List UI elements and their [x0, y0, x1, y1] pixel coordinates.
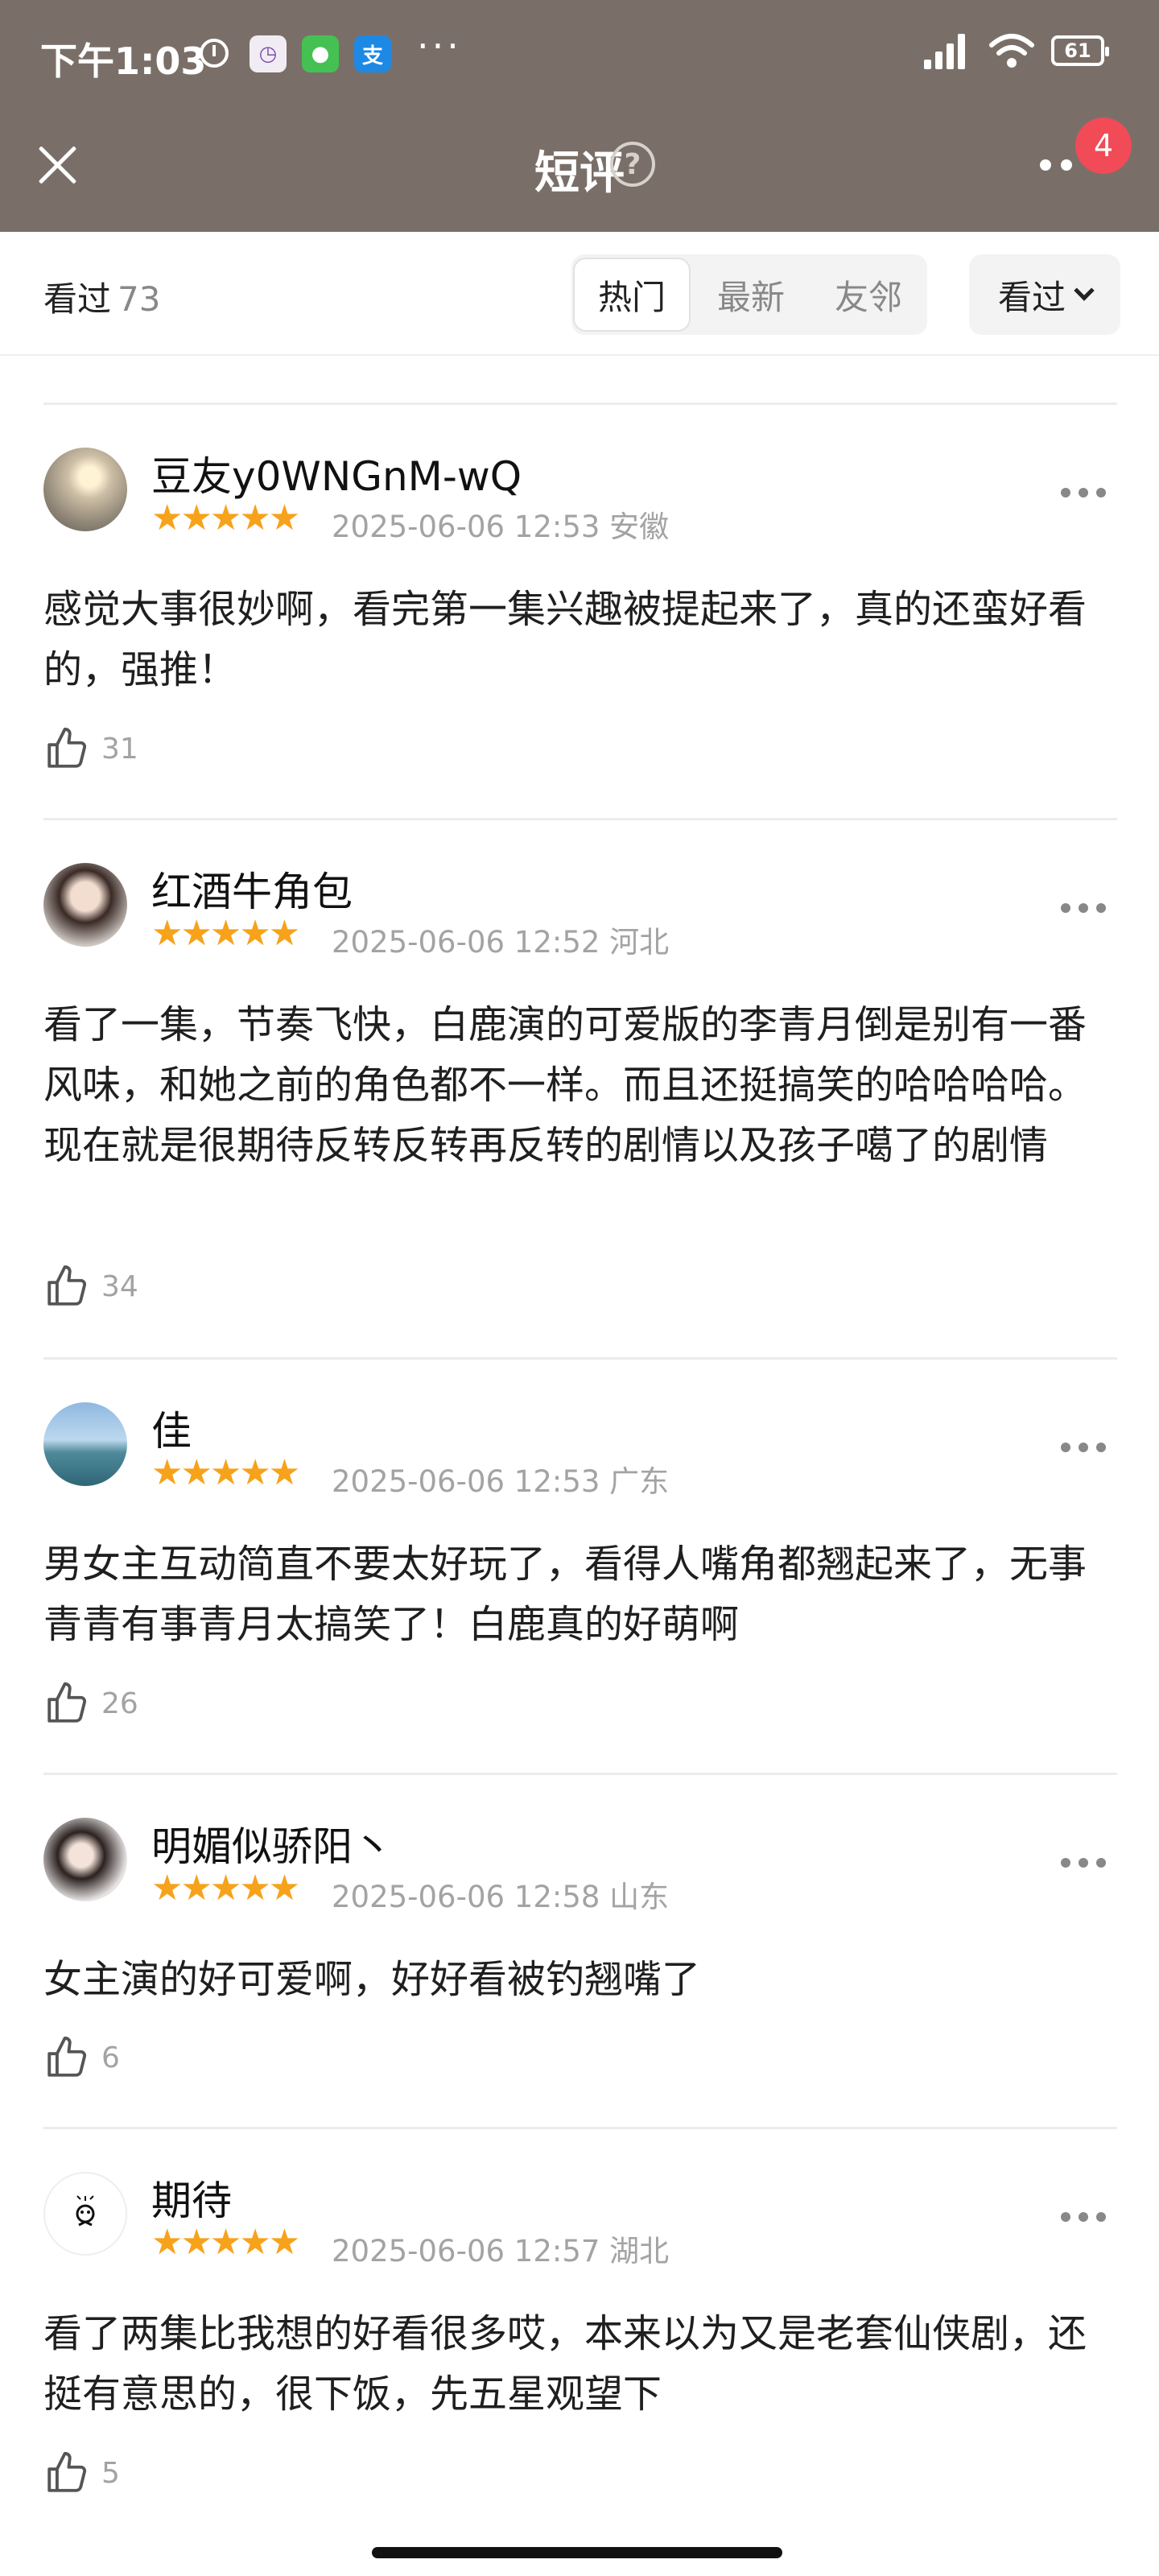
star-rating: ★★★★★	[151, 1452, 300, 1493]
star-rating: ★★★★★	[151, 1868, 300, 1909]
review-text: 男女主互动简直不要太好玩了，看得人嘴角都翘起来了，无事青青有事青月太搞笑了！白鹿…	[43, 1542, 1087, 1647]
review-meta: 2025-06-06 12:53 广东	[332, 1464, 670, 1499]
help-icon[interactable]: ?	[610, 142, 655, 187]
thumbs-up-icon	[47, 727, 87, 768]
star-rating: ★★★★★	[151, 2222, 300, 2263]
avatar[interactable]	[43, 448, 127, 531]
home-indicator[interactable]	[372, 2547, 782, 2558]
review-text: 感觉大事很妙啊，看完第一集兴趣被提起来了，真的还蛮好看的，强推！	[43, 587, 1087, 692]
review-text: 看了两集比我想的好看很多哎，本来以为又是老套仙侠剧，还挺有意思的，很下饭，先五星…	[43, 2311, 1087, 2417]
review-meta: 2025-06-06 12:58 山东	[332, 1880, 670, 1914]
more-icon[interactable]	[1061, 903, 1109, 914]
review-meta: 2025-06-06 12:57 湖北	[332, 2234, 670, 2268]
more-icon[interactable]	[1061, 1858, 1109, 1869]
more-notifications-icon: ···	[417, 24, 462, 68]
count-label: 看过	[43, 279, 112, 319]
username[interactable]: 佳	[151, 1399, 192, 1457]
more-options-button[interactable]	[1035, 158, 1083, 174]
clock-icon	[200, 39, 229, 68]
divider	[43, 2127, 1117, 2129]
avatar[interactable]	[43, 863, 127, 947]
like-count: 31	[101, 732, 138, 766]
username[interactable]: 红酒牛角包	[151, 860, 353, 918]
page-title: 短评	[534, 147, 625, 200]
like-count: 34	[101, 1269, 138, 1303]
clock-app-icon: ◷	[250, 35, 287, 72]
avatar[interactable]	[43, 1818, 127, 1901]
chevron-down-icon	[1074, 280, 1095, 301]
divider	[43, 1773, 1117, 1775]
wifi-icon	[989, 34, 1034, 68]
more-icon[interactable]	[1061, 1443, 1109, 1454]
like-count: 6	[101, 2041, 120, 2074]
avatar[interactable]	[43, 1402, 127, 1486]
star-rating: ★★★★★	[151, 497, 300, 539]
signal-icon	[924, 34, 967, 69]
like-button[interactable]: 6	[43, 2032, 120, 2083]
count-value: 73	[118, 279, 161, 319]
status-time: 下午1:03	[40, 39, 207, 83]
thumbs-up-icon	[47, 2451, 87, 2492]
like-button[interactable]: 31	[43, 723, 138, 774]
avatar[interactable]	[43, 2172, 127, 2256]
watched-count: 看过 73	[43, 272, 160, 321]
doodle-icon	[76, 2195, 95, 2227]
tab-hot[interactable]: 热门	[573, 258, 691, 332]
review-text: 女主演的好可爱啊，好好看被钓翘嘴了	[43, 1957, 701, 2002]
status-filter-dropdown[interactable]: 看过	[969, 254, 1120, 335]
more-icon[interactable]	[1061, 488, 1109, 499]
like-button[interactable]: 34	[43, 1261, 138, 1312]
sort-segmented-control: 热门 最新 友邻	[571, 254, 927, 335]
review-meta: 2025-06-06 12:53 安徽	[332, 510, 670, 544]
top-bar: 下午1:03 ◷ ● 支 ··· 61 短评 ? 4	[0, 0, 1159, 232]
status-filter-label: 看过	[997, 277, 1066, 317]
review-meta: 2025-06-06 12:52 河北	[332, 925, 670, 960]
divider	[43, 402, 1117, 405]
like-button[interactable]: 26	[43, 1678, 138, 1729]
star-rating: ★★★★★	[151, 913, 300, 954]
more-icon[interactable]	[1061, 2212, 1109, 2223]
like-count: 26	[101, 1686, 138, 1720]
divider	[43, 1357, 1117, 1360]
tab-friends[interactable]: 友邻	[810, 254, 927, 335]
battery-icon: 61	[1051, 35, 1109, 66]
filter-bar: 看过 73 热门 最新 友邻 看过	[0, 232, 1159, 356]
username[interactable]: 豆友y0WNGnM-wQ	[151, 444, 522, 502]
status-bar: 下午1:03 ◷ ● 支 ··· 61	[0, 0, 1159, 105]
alipay-icon: 支	[354, 35, 391, 72]
thumbs-up-icon	[47, 1682, 87, 1723]
title-bar: 短评 ? 4	[0, 105, 1159, 232]
tab-latest[interactable]: 最新	[692, 254, 810, 335]
thumbs-up-icon	[47, 2036, 87, 2077]
wechat-icon: ●	[302, 35, 339, 72]
username[interactable]: 明媚似骄阳丶	[151, 1814, 393, 1872]
notification-badge: 4	[1075, 118, 1132, 174]
divider	[43, 818, 1117, 820]
thumbs-up-icon	[47, 1265, 87, 1306]
like-count: 5	[101, 2456, 120, 2490]
like-button[interactable]: 5	[43, 2447, 120, 2499]
review-text: 看了一集，节奏飞快，白鹿演的可爱版的李青月倒是别有一番风味，和她之前的角色都不一…	[43, 1002, 1087, 1168]
username[interactable]: 期待	[151, 2169, 232, 2227]
